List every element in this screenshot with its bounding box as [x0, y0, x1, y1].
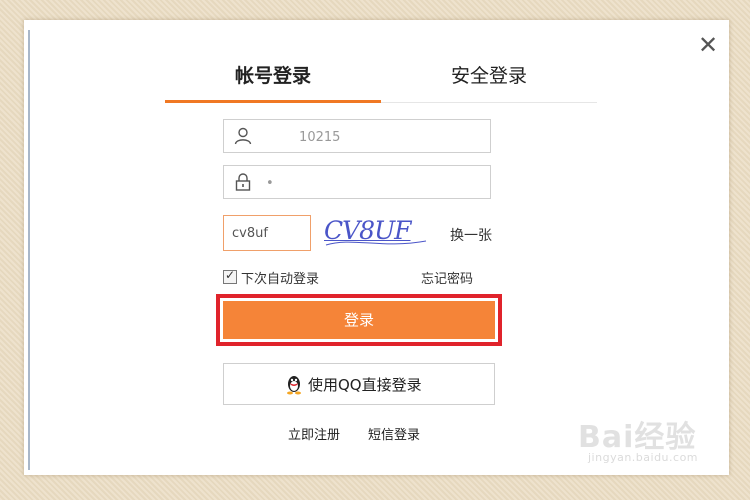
username-input[interactable]: [264, 125, 478, 149]
qq-penguin-icon: [287, 376, 301, 395]
login-tabs: 帐号登录 安全登录: [165, 60, 597, 104]
captcha-noise: [325, 240, 427, 246]
close-icon[interactable]: ✕: [697, 33, 719, 57]
tab-account-login[interactable]: 帐号登录: [165, 60, 381, 100]
lock-icon: [235, 173, 251, 191]
remember-checkbox[interactable]: ✓: [223, 268, 237, 284]
password-field[interactable]: [223, 165, 491, 199]
tab-divider: [381, 102, 597, 103]
remember-label: 下次自动登录: [241, 272, 320, 287]
forgot-password-link[interactable]: 忘记密码: [421, 268, 473, 287]
captcha-image[interactable]: CV8UF: [322, 215, 430, 251]
dialog-left-border: [28, 30, 30, 470]
active-tab-indicator: [165, 100, 381, 103]
password-input[interactable]: [264, 171, 478, 195]
tab-secure-login[interactable]: 安全登录: [381, 60, 597, 100]
register-link[interactable]: 立即注册: [288, 424, 340, 443]
watermark-url: jingyan.baidu.com: [588, 451, 699, 464]
qq-login-label: 使用QQ直接登录: [308, 376, 422, 394]
watermark-brand: Bai经验: [578, 420, 697, 455]
refresh-captcha-link[interactable]: 换一张: [450, 225, 492, 245]
captcha-field[interactable]: [223, 215, 311, 251]
login-button[interactable]: 登录: [223, 301, 495, 339]
user-icon: [234, 127, 252, 145]
qq-login-button[interactable]: 使用QQ直接登录: [223, 363, 495, 405]
check-icon: ✓: [225, 268, 236, 282]
username-field[interactable]: [223, 119, 491, 153]
sms-login-link[interactable]: 短信登录: [368, 424, 420, 443]
captcha-input[interactable]: [230, 223, 308, 243]
baidu-jingyan-watermark: Bai经验 jingyan.baidu.com: [578, 412, 728, 472]
